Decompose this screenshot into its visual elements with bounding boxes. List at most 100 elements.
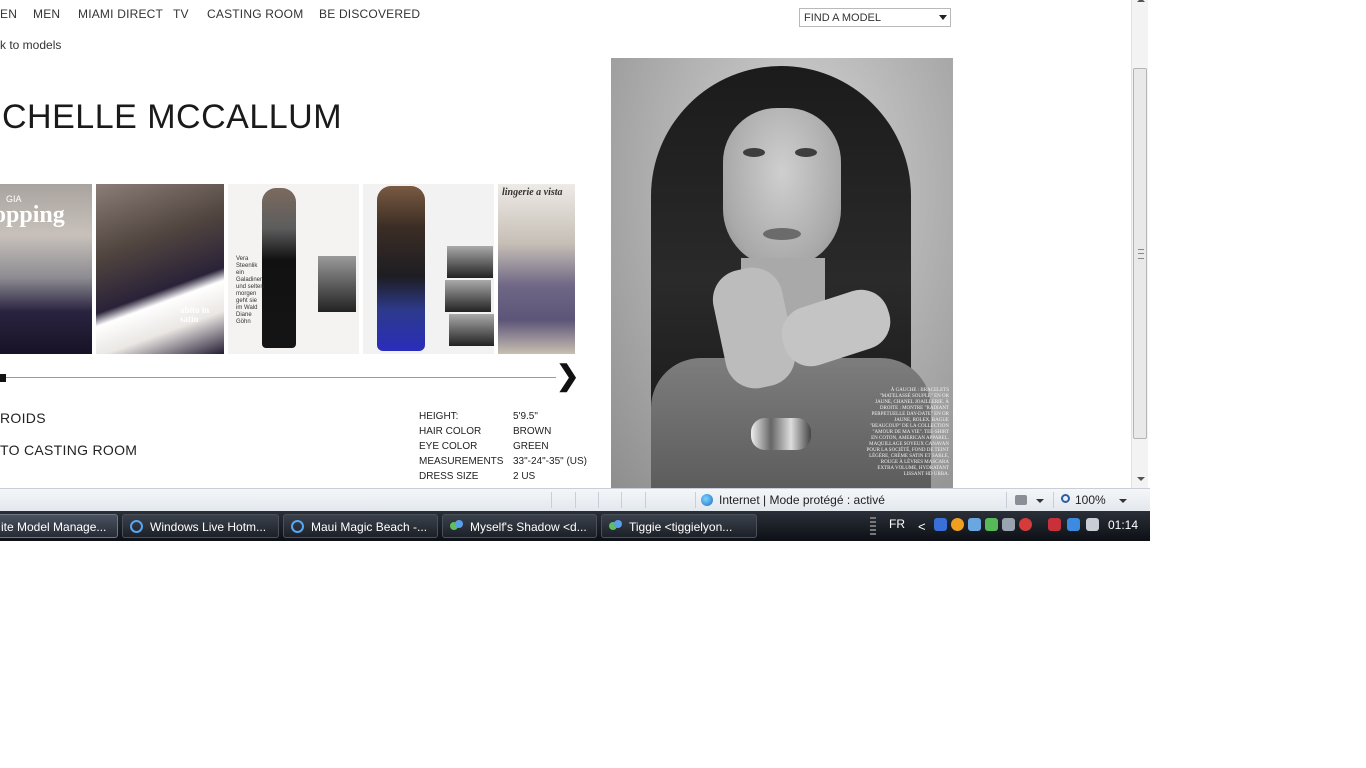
- taskbar-button-label: Windows Live Hotm...: [150, 520, 267, 534]
- portfolio-thumb-1[interactable]: GIA opping: [0, 184, 92, 354]
- taskbar-button-label: Myself's Shadow <d...: [470, 520, 587, 534]
- tray-security-icon[interactable]: [1019, 518, 1032, 531]
- tray-messenger-icon[interactable]: [968, 518, 981, 531]
- taskbar-button-label: Maui Magic Beach -...: [311, 520, 428, 534]
- photo-watch: [751, 418, 811, 450]
- photo-eye: [743, 148, 765, 157]
- taskbar-button-tiggie[interactable]: Tiggie <tiggielyon...: [601, 514, 757, 538]
- language-indicator[interactable]: FR: [889, 517, 905, 531]
- stat-label: EYE COLOR: [419, 441, 478, 452]
- thumb-3-text: Vera Steenlik ein Galadiner und selten m…: [236, 256, 264, 325]
- scroll-down-arrow-icon[interactable]: [1137, 477, 1145, 481]
- photo-eye: [795, 148, 817, 157]
- model-name-title: CHELLE MCCALLUM: [2, 98, 343, 136]
- ie-icon: [291, 520, 304, 533]
- chevron-down-icon[interactable]: [1036, 499, 1044, 503]
- stat-value: BROWN: [513, 426, 552, 437]
- tray-grip: [870, 517, 876, 535]
- taskbar-button-hotmail[interactable]: Windows Live Hotm...: [122, 514, 279, 538]
- photo-caption: À GAUCHE : BRACELETS "MATELASSÉ SOUPLE" …: [866, 388, 949, 477]
- web-page: EN MEN MIAMI DIRECT TV CASTING ROOM BE D…: [0, 0, 1131, 488]
- scrollbar-grip-icon: [1138, 249, 1144, 259]
- tray-network-icon[interactable]: [1067, 518, 1080, 531]
- taskbar-button-myselfs-shadow[interactable]: Myself's Shadow <d...: [442, 514, 597, 538]
- stat-value: 33"-24"-35" (US): [513, 456, 588, 467]
- find-a-model-value: FIND A MODEL: [804, 12, 882, 24]
- thumb-4-figure: [377, 186, 425, 351]
- thumb-5-headline: lingerie a vista: [502, 187, 563, 198]
- status-separator: [575, 492, 576, 508]
- thumb-2-caption: abito in satin: [180, 305, 210, 324]
- status-separator: [645, 492, 646, 508]
- security-zone-text[interactable]: Internet | Mode protégé : activé: [719, 493, 885, 507]
- status-separator: [598, 492, 599, 508]
- thumbnail-slider-track[interactable]: [0, 377, 556, 378]
- next-arrow-icon[interactable]: ❯: [556, 361, 579, 391]
- ie-icon: [130, 520, 143, 533]
- scroll-up-arrow-icon[interactable]: [1137, 0, 1145, 2]
- status-separator: [621, 492, 622, 508]
- thumb-3-inset-photo: [318, 256, 356, 312]
- back-to-models-link[interactable]: k to models: [0, 38, 61, 52]
- protected-mode-icon[interactable]: [1015, 495, 1027, 505]
- taskbar-button-label: Tiggie <tiggielyon...: [629, 520, 733, 534]
- browser-window: EN MEN MIAMI DIRECT TV CASTING ROOM BE D…: [0, 0, 1150, 541]
- messenger-icon: [450, 520, 464, 533]
- taskbar-button-model-management[interactable]: ite Model Manage...: [0, 514, 118, 538]
- status-separator: [1053, 492, 1054, 508]
- photo-lips: [763, 228, 801, 240]
- stat-value: 5'9.5": [513, 411, 538, 422]
- tray-network-icon[interactable]: [1002, 518, 1015, 531]
- nav-item-women[interactable]: EN: [0, 7, 17, 21]
- main-model-photo: À GAUCHE : BRACELETS "MATELASSÉ SOUPLE" …: [611, 58, 953, 488]
- taskbar-button-label: ite Model Manage...: [1, 520, 107, 534]
- system-tray: FR < 01:14: [868, 511, 1150, 541]
- internet-globe-icon: [701, 494, 713, 506]
- nav-item-tv[interactable]: TV: [173, 7, 189, 21]
- messenger-icon: [609, 520, 623, 533]
- photo-face: [723, 108, 841, 268]
- nav-item-men[interactable]: MEN: [33, 7, 60, 21]
- tray-app-icon[interactable]: [951, 518, 964, 531]
- thumbnail-slider-handle[interactable]: [0, 374, 6, 382]
- status-separator: [1006, 492, 1007, 508]
- portfolio-thumb-4[interactable]: [363, 184, 494, 354]
- find-a-model-select[interactable]: FIND A MODEL: [799, 8, 951, 27]
- thumb-4-inset-photo: [447, 246, 493, 278]
- windows-taskbar: ite Model Manage... Windows Live Hotm...…: [0, 511, 1150, 541]
- stat-label: HAIR COLOR: [419, 426, 482, 437]
- polaroids-link[interactable]: ROIDS: [0, 410, 46, 426]
- vertical-scrollbar[interactable]: [1131, 0, 1148, 488]
- portfolio-thumb-2[interactable]: abito in satin: [96, 184, 224, 354]
- browser-status-bar: Internet | Mode protégé : activé 100%: [0, 488, 1150, 511]
- nav-item-casting-room[interactable]: CASTING ROOM: [207, 7, 303, 21]
- taskbar-button-maui-magic-beach[interactable]: Maui Magic Beach -...: [283, 514, 438, 538]
- status-separator: [695, 492, 696, 508]
- zoom-level[interactable]: 100%: [1075, 493, 1106, 507]
- dropdown-arrow-icon: [939, 15, 947, 20]
- stat-value: 2 US: [513, 471, 536, 482]
- chevron-down-icon[interactable]: [1119, 499, 1127, 503]
- thumb-4-inset-photo: [445, 280, 491, 312]
- zoom-icon[interactable]: [1061, 494, 1070, 503]
- nav-item-be-discovered[interactable]: BE DISCOVERED: [319, 7, 420, 21]
- portfolio-thumb-3[interactable]: Vera Steenlik ein Galadiner und selten m…: [228, 184, 359, 354]
- thumb-3-figure: [262, 188, 296, 348]
- stat-value: GREEN: [513, 441, 549, 452]
- stat-label: MEASUREMENTS: [419, 456, 504, 467]
- volume-icon[interactable]: [1086, 518, 1099, 531]
- status-separator: [551, 492, 552, 508]
- system-clock[interactable]: 01:14: [1108, 518, 1138, 532]
- thumb-4-inset-photo: [449, 314, 494, 346]
- show-hidden-icons-chevron[interactable]: <: [918, 519, 926, 534]
- add-to-casting-room-link[interactable]: TO CASTING ROOM: [0, 442, 137, 458]
- stat-label: DRESS SIZE: [419, 471, 479, 482]
- stat-label: HEIGHT:: [419, 411, 459, 422]
- tray-messenger-icon[interactable]: [985, 518, 998, 531]
- tray-app-icon[interactable]: [934, 518, 947, 531]
- tray-app-icon[interactable]: [1048, 518, 1061, 531]
- nav-item-miami-direct[interactable]: MIAMI DIRECT: [78, 7, 163, 21]
- portfolio-thumbnails: GIA opping abito in satin Vera Steenlik …: [0, 184, 575, 354]
- portfolio-thumb-5[interactable]: lingerie a vista: [498, 184, 575, 354]
- scrollbar-thumb[interactable]: [1133, 68, 1147, 439]
